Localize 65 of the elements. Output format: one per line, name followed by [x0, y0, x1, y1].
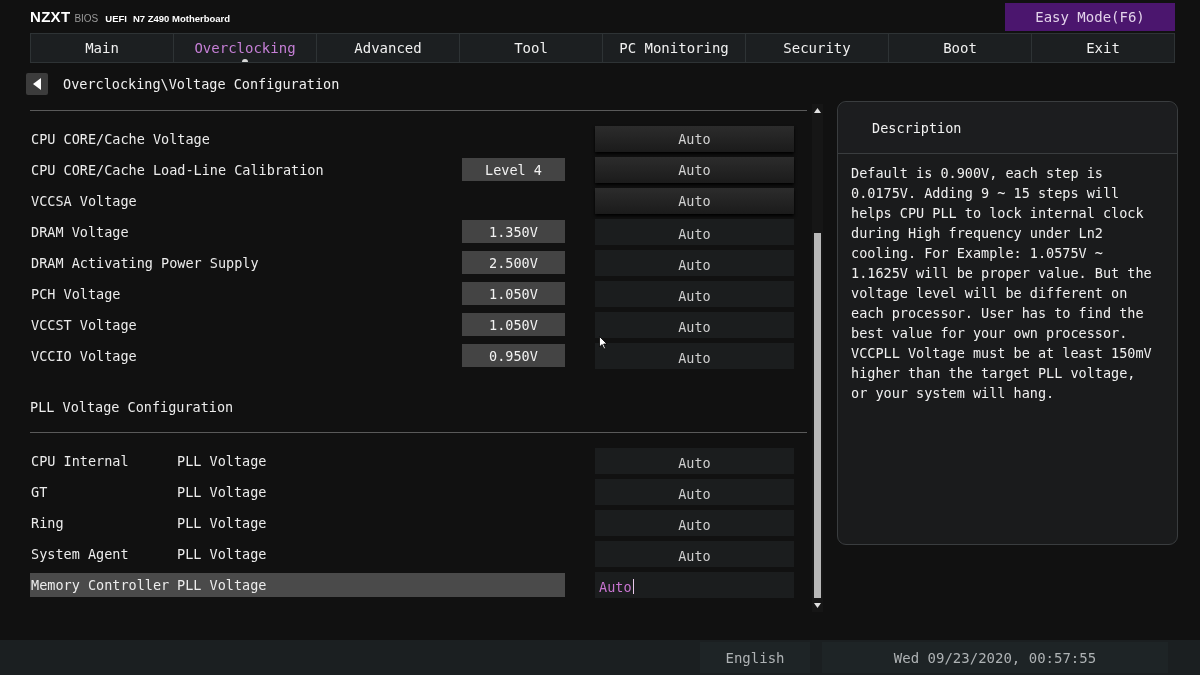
option-field[interactable]: Auto	[595, 218, 794, 245]
setting-sublabel: PLL Voltage	[177, 451, 267, 471]
scroll-up-icon[interactable]	[814, 108, 821, 113]
back-triangle-icon	[33, 78, 41, 90]
setting-sublabel: PLL Voltage	[177, 482, 267, 502]
easy-mode-button[interactable]: Easy Mode(F6)	[1005, 2, 1175, 31]
logo-subtitle: BIOS	[74, 13, 99, 24]
value-field[interactable]: 2.500V	[462, 251, 565, 274]
setting-sublabel: PLL Voltage	[177, 544, 267, 564]
firmware-label: UEFI	[105, 13, 127, 24]
option-field[interactable]: Auto	[595, 280, 794, 307]
option-field[interactable]: Auto	[595, 571, 794, 598]
option-field[interactable]: Auto	[595, 478, 794, 505]
value-field[interactable]: 0.950V	[462, 344, 565, 367]
board-name: N7 Z490 Motherboard	[132, 13, 231, 24]
back-button[interactable]	[26, 73, 48, 95]
menu-tab[interactable]: PC Monitoring	[603, 33, 746, 63]
option-select[interactable]: Auto	[595, 156, 794, 183]
text-caret-icon	[632, 579, 634, 594]
description-text: Default is 0.900V, each step is 0.0175V. Adding 9 ~ 15 steps will helps CPU PLL to lock internal clock during High frequency under Ln2 cooling. For Example: 1.0575V ~ 1.1625V will be proper value. But the voltage level will be different on each processor. User has to find the best value for your own processor. VCCPLL Voltage must be at least 150mV higher than the target PLL voltage, or your system will hang.	[851, 164, 1153, 403]
setting-label[interactable]: VCCSA Voltage	[30, 188, 565, 213]
option-field[interactable]: Auto	[595, 311, 794, 338]
logo-text: NZXT	[30, 8, 71, 25]
option-field[interactable]: Auto	[595, 342, 794, 369]
menu-tab[interactable]: Exit	[1032, 33, 1175, 63]
menu-tab[interactable]: Tool	[460, 33, 603, 63]
menu-tab[interactable]: Security	[746, 33, 889, 63]
setting-label[interactable]: CPU CORE/Cache Load-Line Calibration	[30, 157, 462, 182]
setting-label[interactable]: System Agent	[31, 541, 177, 566]
setting-label[interactable]: Memory Controller	[31, 572, 177, 597]
language-selector[interactable]: English	[700, 642, 810, 673]
setting-label[interactable]: GT	[31, 479, 177, 504]
scroll-down-icon[interactable]	[814, 603, 821, 608]
scrollbar[interactable]	[812, 104, 823, 612]
value-field[interactable]: Level 4	[462, 158, 565, 181]
option-field[interactable]: Auto	[595, 447, 794, 474]
value-field[interactable]: 1.350V	[462, 220, 565, 243]
setting-sublabel: PLL Voltage	[177, 513, 267, 533]
option-select[interactable]: Auto	[595, 187, 794, 214]
mouse-pointer-icon	[599, 336, 608, 350]
setting-label[interactable]: DRAM Activating Power Supply	[30, 250, 462, 275]
setting-label[interactable]: CPU Internal	[31, 448, 177, 473]
setting-label[interactable]: DRAM Voltage	[30, 219, 462, 244]
menu-tab[interactable]: Advanced	[317, 33, 460, 63]
option-field[interactable]: Auto	[595, 509, 794, 536]
scrollbar-thumb[interactable]	[814, 233, 821, 598]
option-field[interactable]: Auto	[595, 249, 794, 276]
setting-label[interactable]: PCH Voltage	[30, 281, 462, 306]
setting-label[interactable]: VCCIO Voltage	[30, 343, 462, 368]
setting-label[interactable]: VCCST Voltage	[30, 312, 462, 337]
option-select[interactable]: Auto	[595, 125, 794, 152]
date-time: Wed 09/23/2020, 00:57:55	[822, 642, 1168, 673]
value-field[interactable]: 1.050V	[462, 313, 565, 336]
menu-tab[interactable]: Boot	[889, 33, 1032, 63]
menu-tab[interactable]: Overclocking	[174, 33, 317, 63]
menu-tab[interactable]: Main	[31, 33, 174, 63]
setting-sublabel: PLL Voltage	[177, 575, 267, 595]
description-title: Description	[872, 119, 962, 136]
breadcrumb-path: Overclocking\Voltage Configuration	[63, 76, 340, 92]
setting-label[interactable]: Ring	[31, 510, 177, 535]
setting-label[interactable]: CPU CORE/Cache Voltage	[30, 126, 565, 151]
tab-indicator-icon	[242, 59, 248, 62]
option-field[interactable]: Auto	[595, 540, 794, 567]
value-field[interactable]: 1.050V	[462, 282, 565, 305]
section-title: PLL Voltage Configuration	[30, 398, 235, 417]
